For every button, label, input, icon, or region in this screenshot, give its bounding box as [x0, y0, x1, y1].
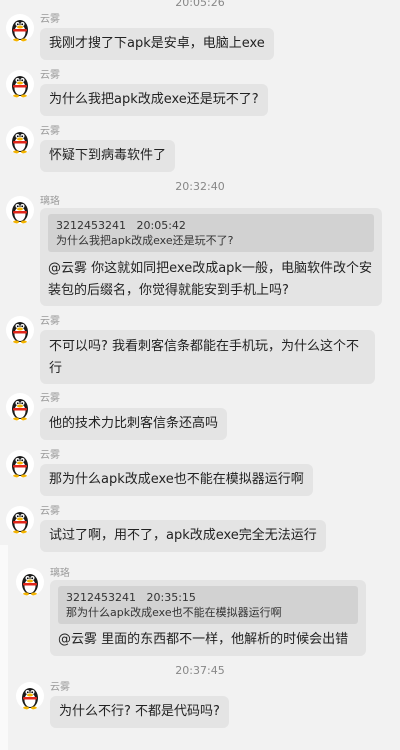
avatar-qq-penguin-icon[interactable]: [6, 196, 34, 224]
qq-penguin-icon: [12, 322, 28, 344]
qq-penguin-icon: [22, 574, 38, 596]
sender-name: 云雾: [40, 316, 60, 327]
mention[interactable]: @云雾: [58, 632, 97, 647]
message-text: 我刚才搜了下apk是安卓，电脑上exe: [49, 36, 265, 51]
sender-name: 云雾: [40, 450, 60, 461]
message-bubble[interactable]: 为什么我把apk改成exe还是玩不了?: [40, 84, 268, 116]
message-text: 他的技术力比刺客信条还高吗: [49, 416, 219, 431]
message-bubble[interactable]: 他的技术力比刺客信条还高吗: [40, 408, 228, 440]
message-bubble[interactable]: 不可以吗? 我看刺客信条都能在手机玩，为什么这个不行: [40, 330, 375, 384]
quote-user: 3212453241: [56, 219, 126, 232]
sender-name: 云雾: [40, 506, 60, 517]
message-text: 你这就如同把exe改成apk一般，电脑软件改个安装包的后缀名，你觉得就能安到手机…: [48, 261, 372, 298]
sender-name: 云雾: [40, 14, 60, 25]
message-text: 为什么不行? 不都是代码吗?: [59, 704, 220, 719]
mention[interactable]: @云雾: [48, 261, 87, 276]
avatar-qq-penguin-icon[interactable]: [6, 393, 34, 421]
message-text: 那为什么apk改成exe也不能在模拟器运行啊: [49, 472, 304, 487]
sender-name: 璃珞: [50, 568, 70, 579]
timestamp: 20:05:26: [175, 0, 225, 9]
quoted-message[interactable]: 3212453241 20:35:15 那为什么apk改成exe也不能在模拟器运…: [58, 586, 358, 624]
qq-penguin-icon: [12, 456, 28, 478]
quote-user: 3212453241: [66, 591, 136, 604]
qq-penguin-icon: [12, 132, 28, 154]
message-bubble[interactable]: 那为什么apk改成exe也不能在模拟器运行啊: [40, 464, 313, 496]
message-text: 为什么我把apk改成exe还是玩不了?: [49, 92, 259, 107]
sender-name: 云雾: [40, 126, 60, 137]
sender-name: 璃珞: [40, 196, 60, 207]
reply-bubble[interactable]: 3212453241 20:05:42 为什么我把apk改成exe还是玩不了? …: [40, 208, 382, 306]
reply-bubble[interactable]: 3212453241 20:35:15 那为什么apk改成exe也不能在模拟器运…: [50, 580, 366, 656]
message-bubble[interactable]: 为什么不行? 不都是代码吗?: [50, 696, 229, 728]
pane-edge: [0, 545, 8, 750]
message-text: 里面的东西都不一样，他解析的时候会出错: [97, 632, 349, 647]
quoted-message[interactable]: 3212453241 20:05:42 为什么我把apk改成exe还是玩不了?: [48, 214, 374, 252]
qq-penguin-icon: [12, 76, 28, 98]
sender-name: 云雾: [40, 70, 60, 81]
qq-penguin-icon: [12, 399, 28, 421]
avatar-qq-penguin-icon[interactable]: [6, 126, 34, 154]
message-text: 不可以吗? 我看刺客信条都能在手机玩，为什么这个不行: [49, 339, 360, 376]
quote-time: 20:05:42: [136, 219, 186, 232]
avatar-qq-penguin-icon[interactable]: [16, 682, 44, 710]
qq-penguin-icon: [12, 512, 28, 534]
timestamp: 20:32:40: [175, 180, 225, 193]
timestamp: 20:37:45: [175, 664, 225, 677]
message-text: 怀疑下到病毒软件了: [49, 148, 167, 163]
quote-time: 20:35:15: [146, 591, 196, 604]
avatar-qq-penguin-icon[interactable]: [6, 506, 34, 534]
avatar-qq-penguin-icon[interactable]: [6, 70, 34, 98]
quote-text: 为什么我把apk改成exe还是玩不了?: [56, 234, 234, 247]
avatar-qq-penguin-icon[interactable]: [6, 14, 34, 42]
avatar-qq-penguin-icon[interactable]: [16, 568, 44, 596]
avatar-qq-penguin-icon[interactable]: [6, 316, 34, 344]
quote-text: 那为什么apk改成exe也不能在模拟器运行啊: [66, 606, 282, 619]
avatar-qq-penguin-icon[interactable]: [6, 450, 34, 478]
message-text: 试过了啊，用不了，apk改成exe完全无法运行: [49, 528, 317, 543]
qq-penguin-icon: [12, 202, 28, 224]
sender-name: 云雾: [40, 393, 60, 404]
message-bubble[interactable]: 怀疑下到病毒软件了: [40, 140, 176, 172]
sender-name: 云雾: [50, 682, 70, 693]
message-bubble[interactable]: 我刚才搜了下apk是安卓，电脑上exe: [40, 28, 274, 60]
message-bubble[interactable]: 试过了啊，用不了，apk改成exe完全无法运行: [40, 520, 326, 552]
qq-penguin-icon: [22, 688, 38, 710]
qq-penguin-icon: [12, 20, 28, 42]
